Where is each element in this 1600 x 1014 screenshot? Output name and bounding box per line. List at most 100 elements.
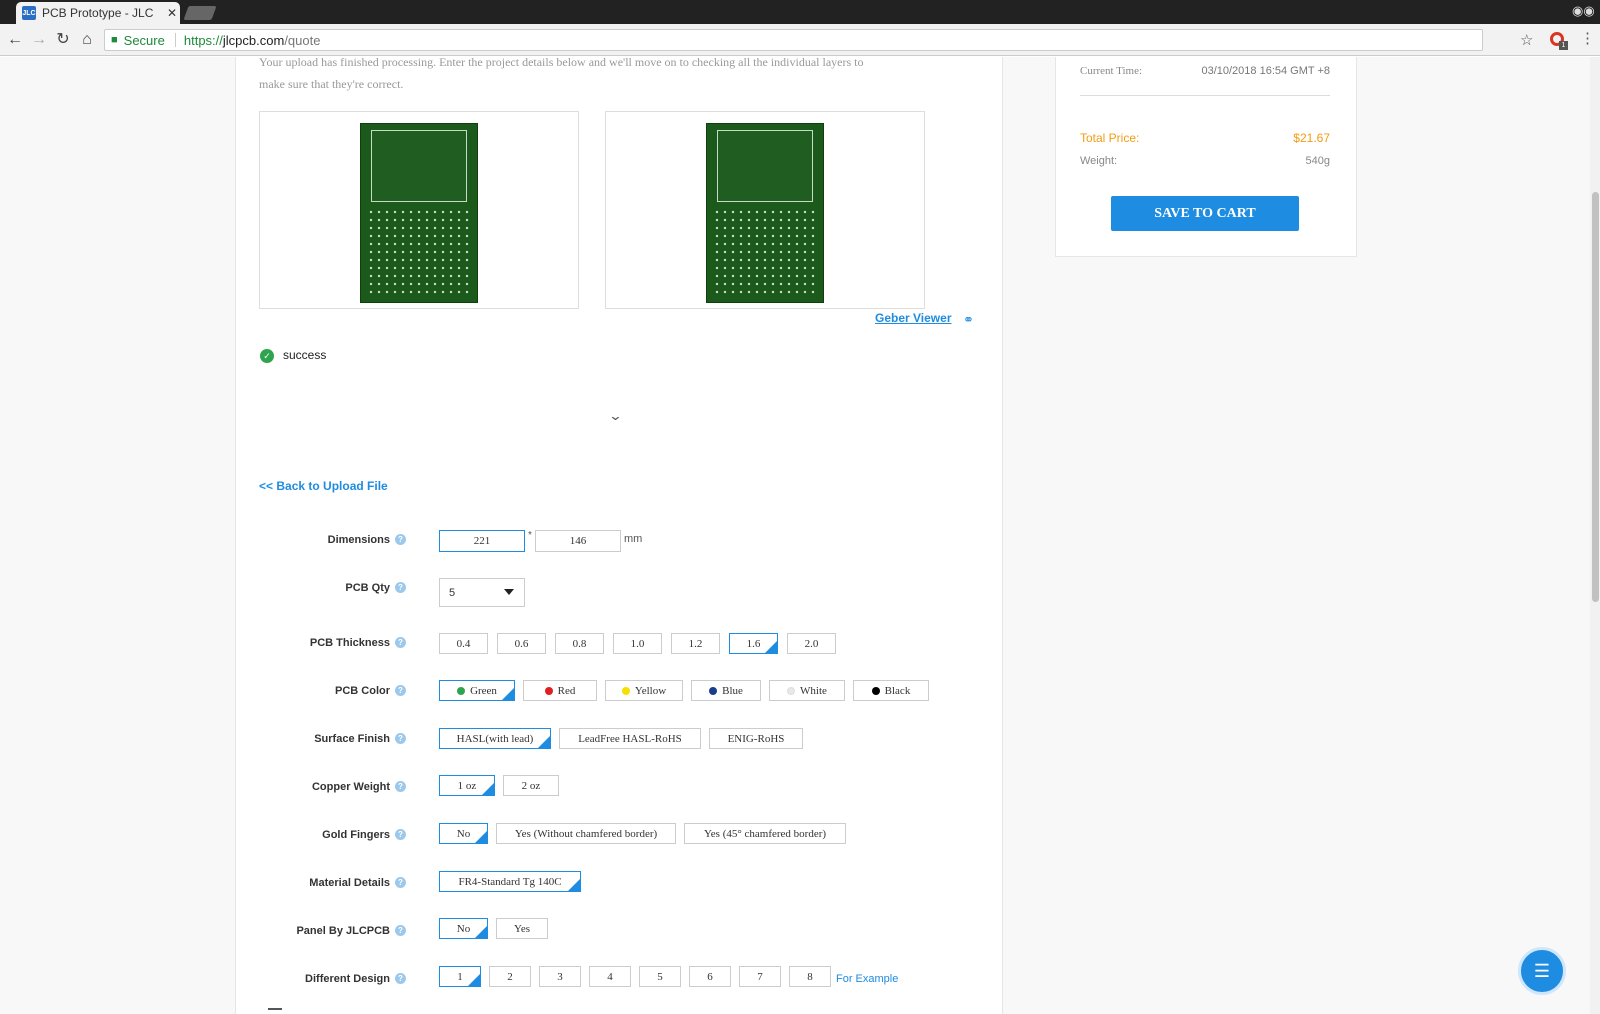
label-text: PCB Color [335, 685, 390, 697]
copper-option[interactable]: 2 oz [503, 775, 559, 796]
bookmark-star-icon[interactable]: ☆ [1520, 31, 1533, 49]
panel-option[interactable]: Yes [496, 918, 548, 939]
save-to-cart-button[interactable]: SAVE TO CART [1111, 196, 1299, 231]
tab-close-icon[interactable]: ✕ [164, 6, 180, 20]
extension-icon[interactable]: 1 [1550, 32, 1568, 50]
gold-label: Gold Fingers? [250, 829, 406, 841]
help-icon[interactable]: ? [395, 582, 406, 593]
help-icon[interactable]: ? [395, 685, 406, 696]
secure-label: Secure [123, 32, 165, 48]
finish-option[interactable]: HASL(with lead) [439, 728, 551, 749]
pcb-bottom-image [706, 123, 824, 303]
option-label: 1.2 [688, 637, 703, 650]
color-option[interactable]: Black [853, 680, 929, 701]
option-label: No [456, 922, 471, 935]
intro-text: Your upload has finished processing. Ent… [259, 55, 864, 91]
forward-arrow-icon[interactable]: → [30, 31, 48, 49]
color-option[interactable]: Green [439, 680, 515, 701]
option-label: 1.0 [630, 637, 645, 650]
panel-option[interactable]: No [439, 918, 488, 939]
help-icon[interactable]: ? [395, 925, 406, 936]
design-option[interactable]: 5 [639, 966, 681, 987]
thickness-label: PCB Thickness? [250, 637, 406, 649]
label-text: Dimensions [327, 534, 390, 546]
back-to-upload-link[interactable]: << Back to Upload File [259, 479, 388, 493]
link-icon[interactable]: ⚭ [963, 312, 974, 328]
pcb-top-image [360, 123, 478, 303]
color-label: PCB Color? [250, 685, 406, 697]
current-time-label: Current Time: [1080, 65, 1143, 77]
design-option[interactable]: 6 [689, 966, 731, 987]
option-label: 6 [707, 970, 713, 983]
reload-icon[interactable]: ↻ [54, 31, 72, 49]
copper-option[interactable]: 1 oz [439, 775, 495, 796]
color-option[interactable]: White [769, 680, 845, 701]
option-label: 1 [457, 970, 463, 983]
thickness-option[interactable]: 0.6 [497, 633, 546, 654]
new-tab-button[interactable] [183, 6, 217, 20]
divider [174, 33, 176, 47]
width-input[interactable]: 221 [439, 530, 525, 552]
finish-option[interactable]: LeadFree HASL-RoHS [559, 728, 701, 749]
finish-option[interactable]: ENIG-RoHS [709, 728, 803, 749]
color-dot-icon [709, 686, 718, 695]
color-option[interactable]: Yellow [605, 680, 683, 701]
home-icon[interactable]: ⌂ [78, 31, 96, 49]
thickness-option[interactable]: 0.4 [439, 633, 488, 654]
pcb-top-preview[interactable] [259, 111, 579, 309]
address-bar[interactable]: ■ Secure https:// jlcpcb.com /quote [104, 29, 1483, 51]
label-text: Copper Weight [311, 781, 390, 793]
thickness-option[interactable]: 0.8 [555, 633, 604, 654]
option-label: Green [470, 684, 497, 697]
option-label: HASL(with lead) [456, 732, 534, 745]
thickness-option[interactable]: 1.2 [671, 633, 720, 654]
jlc-favicon-icon: JLC [22, 6, 36, 20]
design-option[interactable]: 7 [739, 966, 781, 987]
total-price-row: Total Price: $21.67 [1080, 131, 1330, 145]
help-icon[interactable]: ? [395, 534, 406, 545]
help-icon[interactable]: ? [395, 781, 406, 792]
gold-option[interactable]: No [439, 823, 488, 844]
label-text: PCB Qty [345, 582, 390, 594]
gold-option[interactable]: Yes (45° chamfered border) [684, 823, 846, 844]
color-option[interactable]: Red [523, 680, 597, 701]
gold-option[interactable]: Yes (Without chamfered border) [496, 823, 676, 844]
thickness-option[interactable]: 2.0 [787, 633, 836, 654]
thickness-option[interactable]: 1.0 [613, 633, 662, 654]
help-icon[interactable]: ? [395, 637, 406, 648]
option-label: Yellow [634, 684, 667, 697]
qty-select[interactable]: 5 [439, 578, 525, 607]
chat-bubble-icon[interactable]: ☰ [1518, 947, 1566, 995]
height-input[interactable]: 146 [535, 530, 621, 552]
browser-menu-icon[interactable]: ⋮ [1580, 30, 1595, 48]
help-icon[interactable]: ? [395, 733, 406, 744]
browser-tab[interactable]: JLC PCB Prototype - JLC ✕ [16, 2, 180, 24]
design-option[interactable]: 8 [789, 966, 831, 987]
design-option[interactable]: 1 [439, 966, 481, 987]
extension-badge: 1 [1559, 41, 1568, 50]
help-icon[interactable]: ? [395, 829, 406, 840]
design-option[interactable]: 2 [489, 966, 531, 987]
chevron-down-icon[interactable]: ⌄ [608, 408, 622, 424]
pcb-bottom-preview[interactable] [605, 111, 925, 309]
scrollbar-thumb[interactable] [1592, 192, 1599, 602]
geber-viewer-link[interactable]: Geber Viewer [875, 311, 952, 325]
status-text: success [283, 348, 327, 362]
help-icon[interactable]: ? [395, 973, 406, 984]
design-label: Different Design? [250, 973, 406, 985]
browser-tab-bar [0, 0, 1600, 24]
label-text: Gold Fingers [322, 829, 390, 841]
design-option[interactable]: 3 [539, 966, 581, 987]
option-label: 3 [557, 970, 563, 983]
help-icon[interactable]: ? [395, 877, 406, 888]
option-label: LeadFree HASL-RoHS [578, 732, 682, 745]
weight-row: Weight: 540g [1080, 155, 1330, 167]
color-option[interactable]: Blue [691, 680, 761, 701]
color-dot-icon [621, 686, 630, 695]
for-example-link[interactable]: For Example [836, 973, 898, 985]
material-option[interactable]: FR4-Standard Tg 140C [439, 871, 581, 892]
back-arrow-icon[interactable]: ← [6, 31, 24, 49]
thickness-option[interactable]: 1.6 [729, 633, 778, 654]
dimension-separator: * [528, 530, 532, 541]
design-option[interactable]: 4 [589, 966, 631, 987]
